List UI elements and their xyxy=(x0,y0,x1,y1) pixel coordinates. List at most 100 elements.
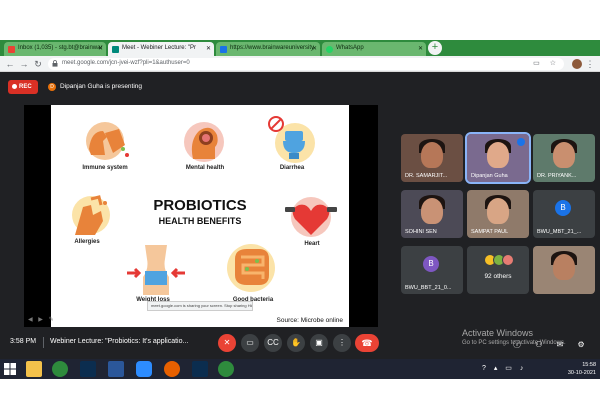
present-screen-icon[interactable]: ▣ xyxy=(310,334,328,352)
activate-windows-subtitle: Go to PC settings to activate Windows. xyxy=(462,340,566,346)
participant-name: BWU_BBT_21_0... xyxy=(405,285,452,291)
system-tray-icons[interactable]: ? ▴ ▭ ♪ xyxy=(482,364,526,372)
word-icon[interactable] xyxy=(108,361,124,377)
participant-name: DR. SAMARJIT... xyxy=(405,173,448,179)
close-tab-icon[interactable]: ✕ xyxy=(418,45,423,52)
participant-name: BWU_MBT_21_... xyxy=(537,229,582,235)
close-tab-icon[interactable]: ✕ xyxy=(98,45,103,52)
end-call-button[interactable]: ☎ xyxy=(355,334,379,352)
taskbar-clock[interactable]: 15:58 30-10-2021 xyxy=(568,361,596,377)
diarrhea-illustration xyxy=(268,116,315,163)
menu-kebab-icon[interactable]: ⋮ xyxy=(584,58,596,70)
participant-tile[interactable]: B BWU_MBT_21_... xyxy=(533,190,595,238)
address-bar[interactable]: meet.google.com/jcn-jvei-wzf?pli=1&authu… xyxy=(48,58,564,70)
presentation-slide: Immune system Mental health Diarrhea PRO… xyxy=(51,105,349,327)
speaking-icon xyxy=(517,138,525,146)
slide-controls[interactable]: ◀ ▶ ✎ xyxy=(28,316,56,323)
label-immune-system: Immune system xyxy=(82,165,128,171)
participant-tile[interactable]: DR. SAMARJIT... xyxy=(401,134,463,182)
close-tab-icon[interactable]: ✕ xyxy=(312,45,317,52)
tab-gmail[interactable]: Inbox (1,035) - stg.bt@brainwar ✕ xyxy=(4,42,106,56)
back-icon[interactable]: ← xyxy=(4,58,16,70)
browser-toolbar: ← → ↻ meet.google.com/jcn-jvei-wzf?pli=1… xyxy=(0,56,600,72)
windows-start-icon[interactable] xyxy=(4,363,16,375)
photoshop-icon[interactable] xyxy=(80,361,96,377)
camera-icon[interactable]: ▭ xyxy=(241,334,259,352)
participant-video-face xyxy=(487,142,509,168)
participant-name: Dipanjan Guha xyxy=(471,173,508,179)
mic-off-icon[interactable]: ✕ xyxy=(218,334,236,352)
tab-brainware[interactable]: https://www.brainwareuniversity ✕ xyxy=(216,42,320,56)
firefox-icon[interactable] xyxy=(164,361,180,377)
screen-share-notice[interactable]: meet.google.com is sharing your screen. … xyxy=(147,301,253,311)
omnibox-action-icons[interactable]: ▭ ☆ xyxy=(533,59,560,67)
browser-tab-strip: Inbox (1,035) - stg.bt@brainwar ✕ Meet -… xyxy=(0,40,600,56)
presenting-banner: D Dipanjan Guha is presenting xyxy=(46,80,186,94)
screenshot: Inbox (1,035) - stg.bt@brainwar ✕ Meet -… xyxy=(0,0,600,420)
avatar xyxy=(502,254,514,266)
profile-avatar[interactable] xyxy=(572,59,582,69)
clock-time: 15:58 xyxy=(582,362,596,368)
tab-whatsapp[interactable]: WhatsApp ✕ xyxy=(322,42,426,56)
photoshop-icon[interactable] xyxy=(192,361,208,377)
zoom-icon[interactable] xyxy=(136,361,152,377)
participant-name: DR. PRIYANK... xyxy=(537,173,577,179)
participant-avatar: B xyxy=(555,200,571,216)
presentation-stage[interactable]: Immune system Mental health Diarrhea PRO… xyxy=(24,105,378,327)
captions-icon[interactable]: CC xyxy=(264,334,282,352)
others-count: 92 others xyxy=(484,273,512,280)
participant-avatar: B xyxy=(423,256,439,272)
immune-system-illustration xyxy=(86,122,129,160)
meeting-title: Webiner Lecture: "Probiotics: It's appli… xyxy=(50,338,189,345)
chrome-icon[interactable] xyxy=(218,361,234,377)
participant-tile[interactable]: SAMPAT PAUL xyxy=(467,190,529,238)
new-tab-button[interactable]: + xyxy=(428,41,442,55)
lock-icon xyxy=(52,60,58,67)
participant-video-face xyxy=(421,142,443,168)
slide-title: PROBIOTICS xyxy=(153,197,247,214)
participant-tile[interactable] xyxy=(533,246,595,294)
recording-badge: REC xyxy=(8,80,38,94)
tab-meet[interactable]: Meet - Webiner Lecture: "Pr ✕ xyxy=(108,42,214,56)
reload-icon[interactable]: ↻ xyxy=(32,58,44,70)
others-avatars xyxy=(484,254,514,268)
meet-window: REC D Dipanjan Guha is presenting Immune… xyxy=(0,72,600,359)
tab-title: WhatsApp xyxy=(336,45,364,51)
bottom-margin xyxy=(0,379,600,420)
slide-subtitle: HEALTH BENEFITS xyxy=(158,216,242,226)
participant-tile[interactable]: Dipanjan Guha xyxy=(465,132,531,184)
chrome-icon[interactable] xyxy=(52,361,68,377)
tab-title: Inbox (1,035) - stg.bt@brainwar xyxy=(18,45,103,51)
raise-hand-icon[interactable]: ✋ xyxy=(287,334,305,352)
others-tile[interactable]: 92 others xyxy=(467,246,529,294)
good-bacteria-illustration xyxy=(227,244,275,292)
label-allergies: Allergies xyxy=(74,239,100,245)
participant-video-face xyxy=(553,142,575,168)
windows-taskbar: ? ▴ ▭ ♪ 15:58 30-10-2021 xyxy=(0,359,600,379)
meeting-time: 3:58 PM xyxy=(10,338,37,345)
participant-tile[interactable]: SOHINI SEN xyxy=(401,190,463,238)
more-options-icon[interactable]: ⋮ xyxy=(333,334,351,352)
tab-title: Meet - Webiner Lecture: "Pr xyxy=(122,45,197,51)
participant-video-face xyxy=(553,254,575,280)
whatsapp-icon xyxy=(326,46,333,53)
mental-health-illustration xyxy=(184,122,224,162)
forward-icon[interactable]: → xyxy=(18,58,30,70)
presenter-avatar: D xyxy=(48,83,56,91)
participant-name: SAMPAT PAUL xyxy=(471,229,509,235)
gmail-icon xyxy=(8,46,15,53)
meet-icon xyxy=(112,46,119,53)
top-margin xyxy=(0,0,600,40)
participant-name: SOHINI SEN xyxy=(405,229,437,235)
close-tab-icon[interactable]: ✕ xyxy=(206,45,211,52)
divider xyxy=(43,337,44,348)
file-explorer-icon[interactable] xyxy=(26,361,42,377)
participant-video-face xyxy=(421,198,443,224)
participant-tile[interactable]: B BWU_BBT_21_0... xyxy=(401,246,463,294)
participant-tile[interactable]: DR. PRIYANK... xyxy=(533,134,595,182)
presenting-text: Dipanjan Guha is presenting xyxy=(60,83,143,90)
participant-video-face xyxy=(487,198,509,224)
activate-windows-title: Activate Windows xyxy=(462,328,534,338)
allergies-illustration xyxy=(72,195,110,235)
clock-date: 30-10-2021 xyxy=(567,370,596,376)
